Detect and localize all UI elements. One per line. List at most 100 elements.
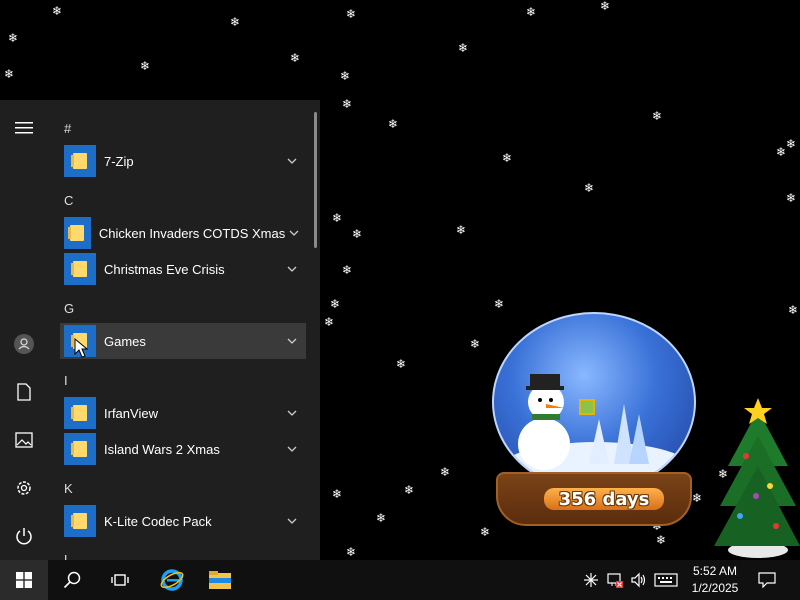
search-icon bbox=[63, 571, 81, 589]
snowflake-icon: ❄ bbox=[656, 533, 667, 547]
internet-explorer-icon bbox=[160, 569, 184, 591]
app-list[interactable]: # 7-Zip C Chicken Invaders COTDS Xmas Ch… bbox=[48, 100, 320, 560]
snowflake-icon: ❄ bbox=[340, 69, 351, 83]
chevron-down-icon[interactable] bbox=[285, 230, 302, 236]
gear-icon bbox=[17, 481, 31, 495]
app-item-7zip[interactable]: 7-Zip bbox=[60, 143, 306, 179]
snowflake-icon: ❄ bbox=[230, 15, 241, 29]
section-header-g[interactable]: G bbox=[64, 301, 74, 316]
app-label: K-Lite Codec Pack bbox=[104, 513, 212, 529]
network-icon bbox=[584, 573, 598, 587]
snowflake-icon: ❄ bbox=[584, 181, 595, 195]
snow-globe-base: 356 days bbox=[496, 472, 692, 526]
windows-logo-icon bbox=[16, 572, 32, 588]
snowflake-icon: ❄ bbox=[776, 145, 787, 159]
clock-date: 1/2/2025 bbox=[691, 581, 739, 595]
app-label: Games bbox=[104, 333, 146, 349]
app-item-irfanview[interactable]: IrfanView bbox=[60, 395, 306, 431]
snowflake-icon: ❄ bbox=[52, 4, 63, 18]
keyboard-icon bbox=[654, 573, 678, 587]
snowflake-icon: ❄ bbox=[4, 67, 15, 81]
folder-icon bbox=[64, 217, 91, 249]
snowflake-icon: ❄ bbox=[352, 227, 363, 241]
app-label: IrfanView bbox=[104, 405, 158, 421]
snow-globe bbox=[492, 312, 696, 492]
search-button[interactable] bbox=[48, 560, 96, 600]
section-header-l[interactable]: L bbox=[64, 552, 71, 560]
app-item-island-wars[interactable]: Island Wars 2 Xmas bbox=[60, 431, 306, 467]
chevron-down-icon[interactable] bbox=[282, 158, 302, 164]
app-label: Chicken Invaders COTDS Xmas bbox=[98, 225, 286, 241]
snowflake-icon: ❄ bbox=[470, 337, 481, 351]
documents-button[interactable] bbox=[0, 368, 48, 416]
task-view-button[interactable] bbox=[96, 560, 144, 600]
snowflake-icon: ❄ bbox=[330, 297, 341, 311]
section-header-i[interactable]: I bbox=[64, 373, 68, 388]
app-item-games[interactable]: Games bbox=[60, 323, 306, 359]
snowflake-icon: ❄ bbox=[8, 31, 19, 45]
snowflake-icon: ❄ bbox=[324, 315, 335, 329]
mouse-cursor-icon bbox=[74, 338, 88, 358]
snowflake-icon: ❄ bbox=[652, 109, 663, 123]
tray-keyboard-button[interactable] bbox=[652, 560, 680, 600]
start-menu: # 7-Zip C Chicken Invaders COTDS Xmas Ch… bbox=[0, 100, 320, 560]
section-header-c[interactable]: C bbox=[64, 193, 73, 208]
snowflake-icon: ❄ bbox=[342, 97, 353, 111]
snowman-scene bbox=[496, 374, 694, 490]
snow-globe-widget[interactable]: 356 days bbox=[484, 306, 704, 530]
app-item-christmas-eve-crisis[interactable]: Christmas Eve Crisis bbox=[60, 251, 306, 287]
power-button[interactable] bbox=[0, 512, 48, 560]
snowflake-icon: ❄ bbox=[404, 483, 415, 497]
chevron-down-icon[interactable] bbox=[282, 266, 302, 272]
app-label: Christmas Eve Crisis bbox=[104, 261, 225, 277]
user-avatar-icon bbox=[14, 334, 34, 354]
snowflake-icon: ❄ bbox=[346, 7, 357, 21]
speaker-icon bbox=[631, 572, 646, 588]
snowflake-icon: ❄ bbox=[332, 487, 343, 501]
internet-explorer-button[interactable] bbox=[148, 560, 196, 600]
app-list-scrollbar[interactable] bbox=[314, 112, 317, 248]
action-center-button[interactable] bbox=[752, 560, 782, 600]
chevron-down-icon[interactable] bbox=[282, 410, 302, 416]
snowflake-icon: ❄ bbox=[440, 465, 451, 479]
picture-icon bbox=[15, 432, 33, 448]
snowflake-icon: ❄ bbox=[456, 223, 467, 237]
folder-icon bbox=[64, 505, 96, 537]
notification-icon bbox=[758, 572, 776, 588]
taskbar-clock[interactable]: 5:52 AM 1/2/2025 bbox=[684, 563, 746, 597]
snowflake-icon: ❄ bbox=[788, 303, 799, 317]
snowflake-icon: ❄ bbox=[786, 137, 797, 151]
tray-ethernet-button[interactable] bbox=[604, 560, 626, 600]
hamburger-icon bbox=[15, 122, 33, 134]
snowflake-icon: ❄ bbox=[396, 357, 407, 371]
app-label: 7-Zip bbox=[104, 153, 134, 169]
chevron-down-icon[interactable] bbox=[282, 338, 302, 344]
pictures-button[interactable] bbox=[0, 416, 48, 464]
snowflake-icon: ❄ bbox=[342, 263, 353, 277]
app-item-chicken-invaders[interactable]: Chicken Invaders COTDS Xmas bbox=[60, 215, 306, 251]
christmas-tree-icon bbox=[714, 398, 800, 558]
settings-button[interactable] bbox=[0, 464, 48, 512]
snowflake-icon: ❄ bbox=[388, 117, 399, 131]
folder-icon bbox=[64, 145, 96, 177]
folder-icon bbox=[64, 253, 96, 285]
folder-icon bbox=[64, 397, 96, 429]
user-account-button[interactable] bbox=[0, 320, 48, 368]
chevron-down-icon[interactable] bbox=[282, 446, 302, 452]
snowflake-icon: ❄ bbox=[458, 41, 469, 55]
start-button[interactable] bbox=[0, 560, 48, 600]
tray-network-button[interactable] bbox=[580, 560, 602, 600]
folder-icon bbox=[64, 433, 96, 465]
app-item-k-lite[interactable]: K-Lite Codec Pack bbox=[60, 503, 306, 539]
section-header-hash[interactable]: # bbox=[64, 121, 71, 136]
file-explorer-button[interactable] bbox=[196, 560, 244, 600]
power-icon bbox=[16, 528, 32, 545]
chevron-down-icon[interactable] bbox=[282, 518, 302, 524]
section-header-k[interactable]: K bbox=[64, 481, 73, 496]
christmas-tree-widget[interactable] bbox=[706, 396, 800, 560]
hamburger-menu-button[interactable] bbox=[0, 104, 48, 152]
snowflake-icon: ❄ bbox=[346, 545, 357, 559]
tray-volume-button[interactable] bbox=[628, 560, 650, 600]
taskbar: 5:52 AM 1/2/2025 bbox=[0, 560, 800, 600]
start-rail bbox=[0, 100, 48, 560]
